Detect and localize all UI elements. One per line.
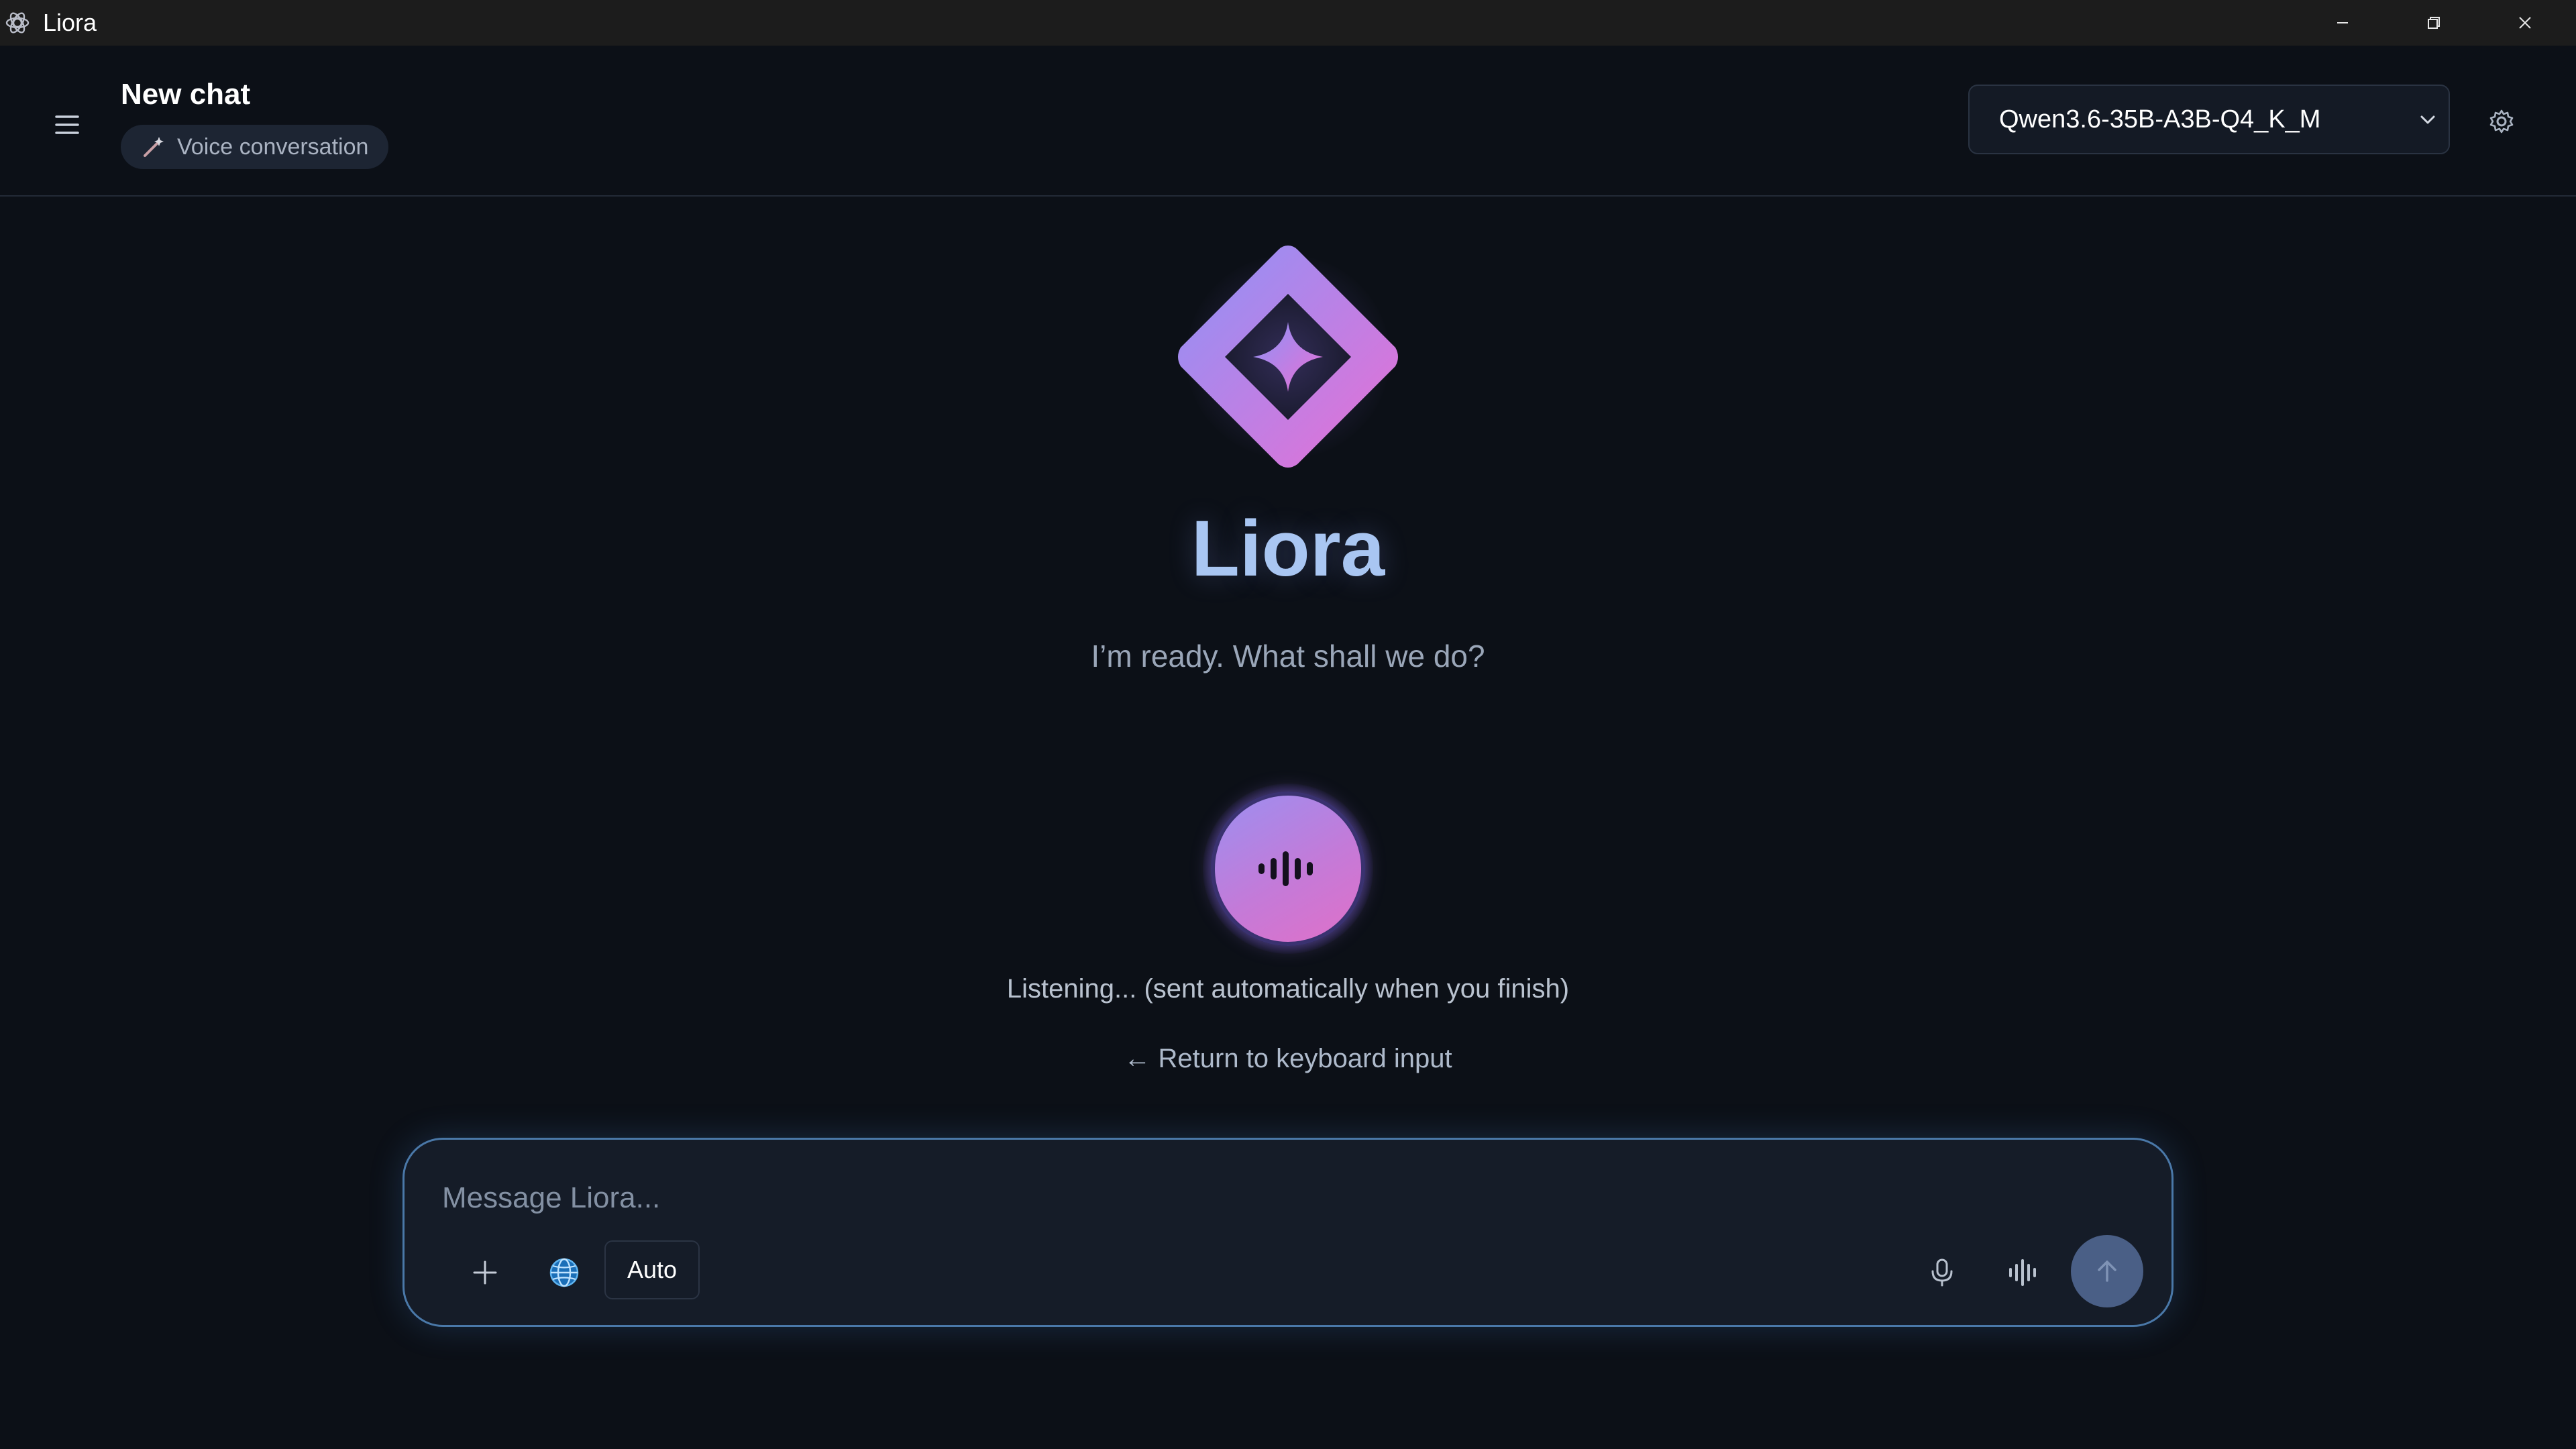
minimize-button[interactable] [2297, 0, 2388, 46]
gear-icon [2489, 109, 2514, 133]
mode-chip-label: Voice conversation [177, 133, 369, 160]
message-input[interactable] [441, 1175, 2051, 1222]
chat-header: New chat Voice conversation Qwen3.6-35B-… [0, 46, 2576, 197]
model-select-value: Qwen3.6-35B-A3B-Q4_K_M [1999, 105, 2321, 133]
voice-listening-button[interactable] [1211, 792, 1365, 946]
liora-logo [1159, 228, 1417, 486]
voice-conversation-chip[interactable]: Voice conversation [121, 125, 389, 169]
add-attachment-button[interactable] [458, 1246, 512, 1299]
arrow-up-icon [2098, 1260, 2116, 1282]
diamond-sparkle-logo-icon [1178, 246, 1398, 468]
message-composer: Auto [402, 1138, 2174, 1327]
minimize-icon [2337, 22, 2348, 23]
audio-waveform-icon [1258, 851, 1313, 886]
voice-mode-button[interactable] [1996, 1246, 2049, 1299]
settings-button[interactable] [2485, 105, 2518, 138]
globe-icon [549, 1258, 579, 1287]
microphone-icon [1931, 1258, 1953, 1287]
brand-title: Liora [1191, 504, 1385, 593]
auto-mode-button[interactable]: Auto [604, 1240, 700, 1299]
listening-status: Listening... (sent automatically when yo… [1006, 974, 1570, 1004]
window-title: Liora [43, 9, 97, 36]
tagline: I’m ready. What shall we do? [1091, 639, 1485, 674]
return-to-keyboard-link[interactable]: ← Return to keyboard input [1053, 1040, 1523, 1077]
restore-button[interactable] [2388, 0, 2479, 46]
send-button[interactable] [2071, 1235, 2143, 1307]
hamburger-menu-icon [55, 115, 79, 134]
restore-icon [2428, 17, 2440, 29]
close-button[interactable] [2479, 0, 2571, 46]
model-select[interactable]: Qwen3.6-35B-A3B-Q4_K_M [1968, 85, 2450, 154]
chat-title: New chat [121, 78, 251, 111]
chevron-down-icon [2420, 115, 2435, 124]
wand-icon [144, 137, 164, 157]
microphone-button[interactable] [1915, 1246, 1969, 1299]
close-icon [2519, 17, 2531, 29]
waveform-icon [2009, 1259, 2036, 1286]
web-search-button[interactable] [537, 1246, 591, 1299]
plus-icon [473, 1260, 497, 1285]
window-title-bar: Liora [0, 0, 2576, 46]
sidebar-toggle-button[interactable] [48, 106, 86, 144]
app-logo-icon [5, 12, 30, 34]
